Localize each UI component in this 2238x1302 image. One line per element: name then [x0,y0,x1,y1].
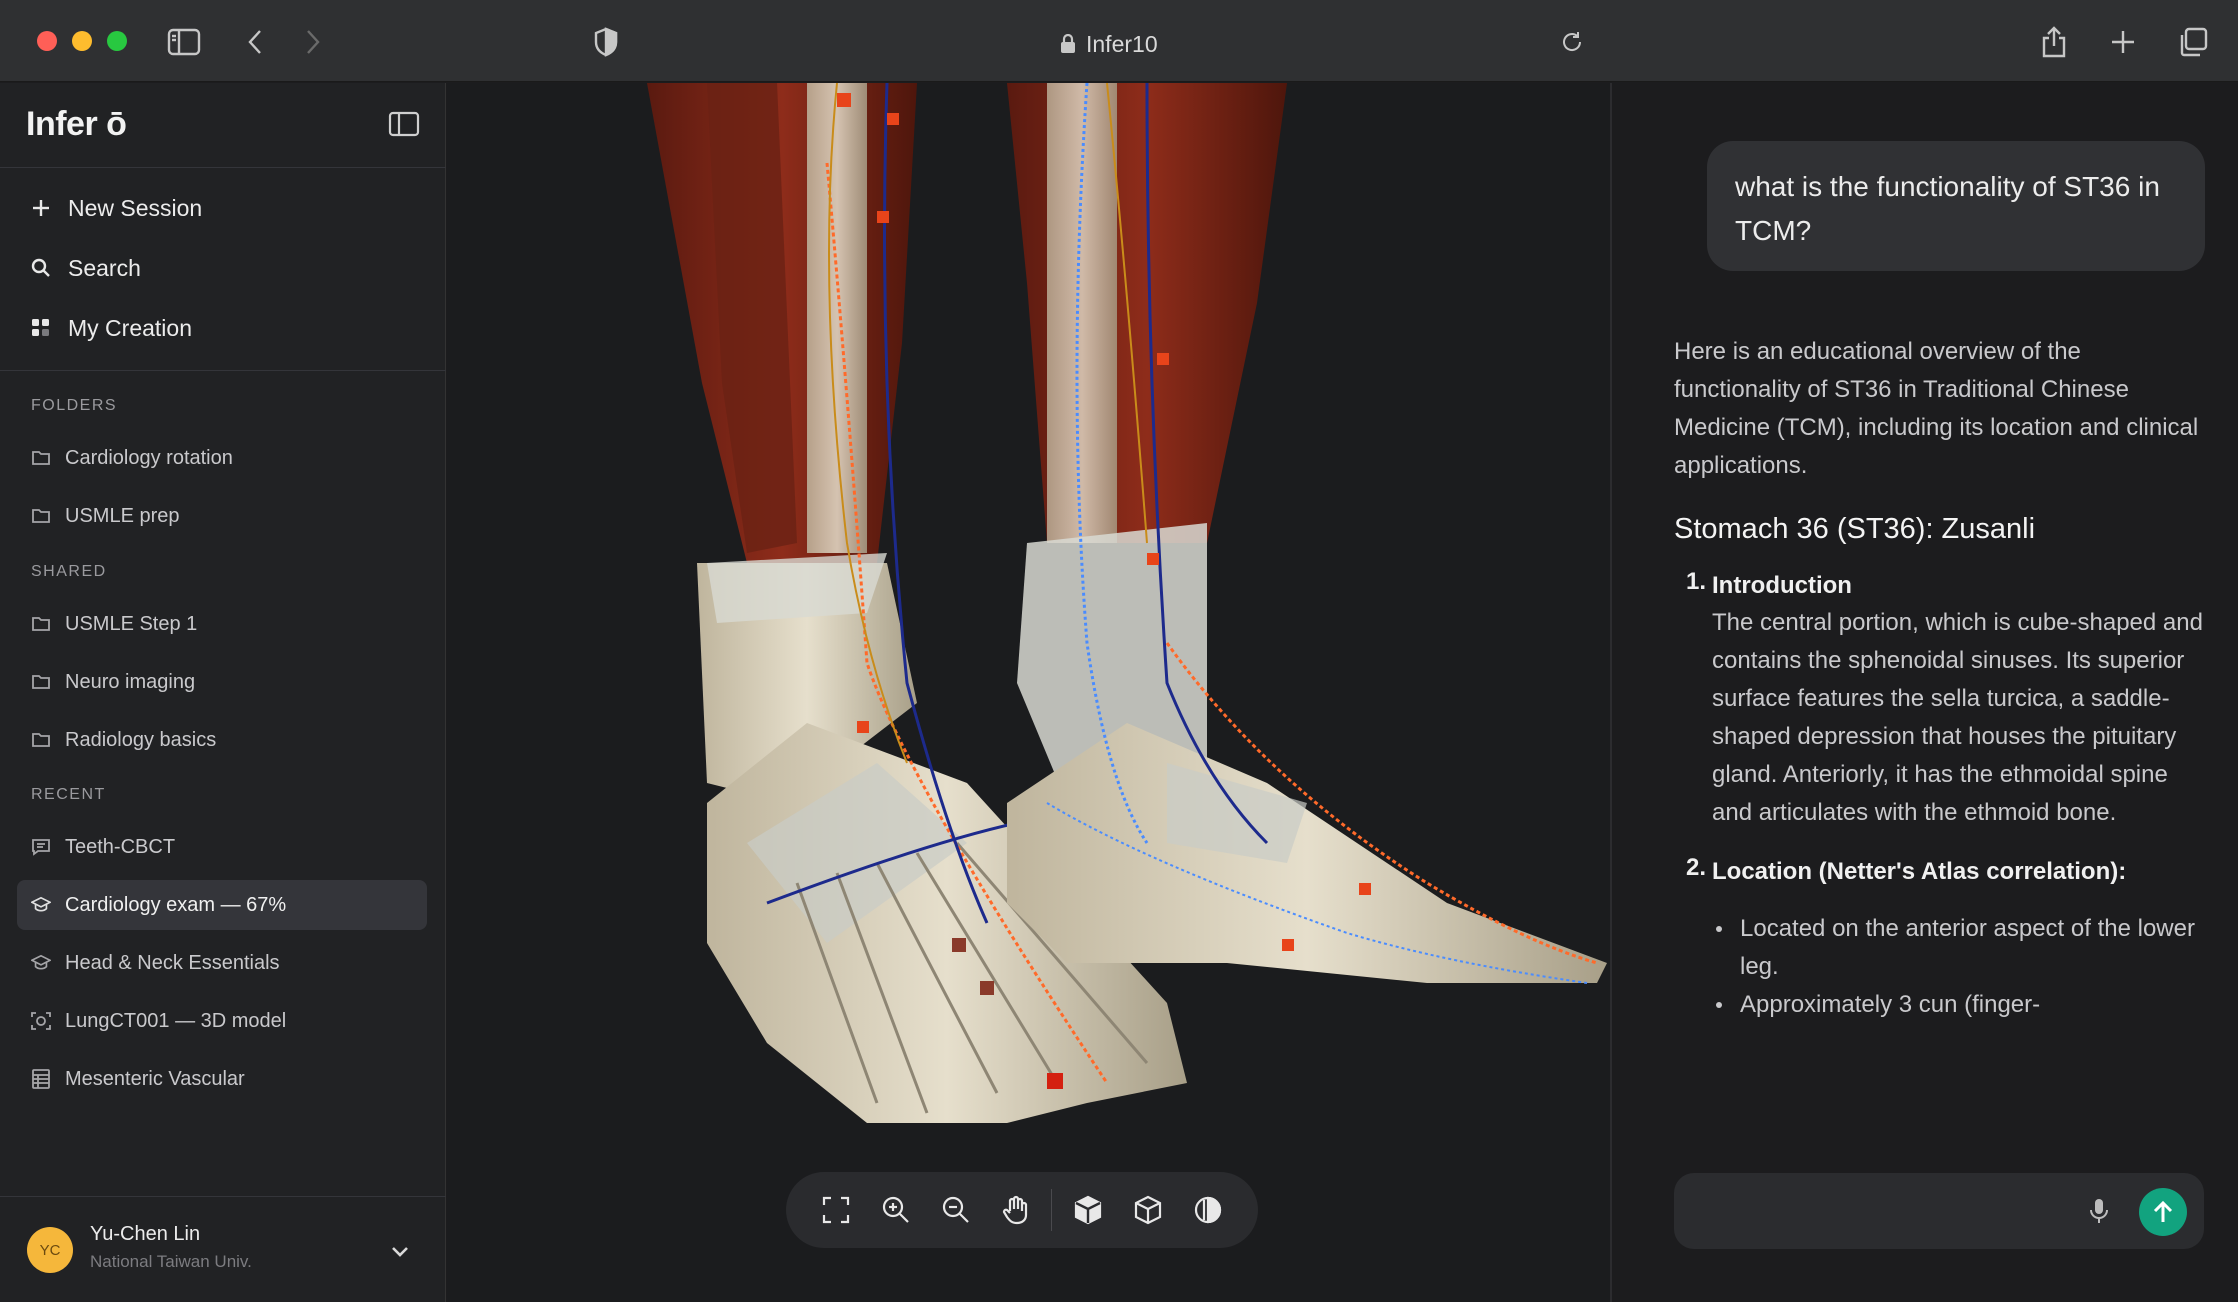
bullet-item: Approximately 3 cun (finger- [1712,986,2204,1024]
viewer-toolbar [786,1172,1258,1248]
graduation-cap-icon [31,895,51,915]
chat-panel: what is the functionality of ST36 in TCM… [1610,83,2238,1302]
list-number: 2. [1686,854,1707,881]
arrow-up-icon [2153,1200,2173,1222]
lock-icon [1061,34,1075,53]
recent-item[interactable]: LungCT001 — 3D model [17,996,427,1046]
pan-hand-icon[interactable] [986,1179,1046,1241]
recent-item[interactable]: Teeth-CBCT [17,822,427,872]
list-item-body: The central portion, which is cube-shape… [1712,609,2203,826]
list-item: 1. Introduction The central portion, whi… [1674,568,2204,832]
recent-item-label: Mesenteric Vascular [65,1067,245,1090]
recent-item-label: Head & Neck Essentials [65,951,280,974]
reload-icon[interactable] [1552,22,1592,62]
fullscreen-icon[interactable] [806,1179,866,1241]
list-number: 1. [1686,568,1707,595]
response-intro: Here is an educational overview of the f… [1674,338,2199,479]
collapse-sidebar-icon[interactable] [388,111,420,137]
new-session-button[interactable]: New Session [30,188,202,228]
my-creation-label: My Creation [68,314,192,341]
wireframe-cube-icon[interactable] [1118,1179,1178,1241]
folder-label: USMLE prep [65,504,180,527]
microphone-icon[interactable] [2086,1197,2112,1225]
chevron-down-icon[interactable] [388,1239,412,1263]
grid-icon [30,317,52,339]
folder-item[interactable]: Cardiology rotation [17,433,427,483]
privacy-shield-icon[interactable] [586,22,626,62]
leg-foot-anatomy-model[interactable] [447,83,1610,1302]
address-bar[interactable]: Infer10 [1060,26,1260,62]
zoom-in-icon[interactable] [866,1179,926,1241]
folder-label: Cardiology rotation [65,446,233,469]
minimize-window-button[interactable] [72,31,92,51]
toolbar-separator [1051,1189,1053,1231]
recent-item[interactable]: Head & Neck Essentials [17,938,427,988]
list-item: 2. Location (Netter's Atlas correlation)… [1674,854,2204,890]
recent-heading: RECENT [31,786,106,803]
shared-folder-item[interactable]: Radiology basics [17,715,427,765]
folder-icon [31,448,51,468]
tab-overview-icon[interactable] [2173,22,2213,62]
shared-folder-label: Radiology basics [65,728,217,751]
response-heading: Stomach 36 (ST36): Zusanli [1674,513,2036,545]
folders-heading: FOLDERS [31,397,118,414]
share-icon[interactable] [2034,22,2074,62]
contrast-icon[interactable] [1178,1179,1238,1241]
folder-icon [31,614,51,634]
maximize-window-button[interactable] [107,31,127,51]
recent-item[interactable]: Cardiology exam — 67% [17,880,427,930]
app-logo: Infer ō [26,105,127,143]
anatomy-3d-viewer[interactable] [447,83,1610,1302]
bullet-list: Located on the anterior aspect of the lo… [1674,910,2204,1024]
solid-cube-icon[interactable] [1058,1179,1118,1241]
assistant-response: Here is an educational overview of the f… [1674,333,2204,1188]
list-item-title: Introduction [1712,572,1852,599]
new-tab-icon[interactable] [2103,22,2143,62]
shared-folder-item[interactable]: USMLE Step 1 [17,599,427,649]
sidebar: Infer ō New Session Search My Creation F… [0,83,446,1302]
send-button[interactable] [2139,1188,2187,1236]
search-icon [30,257,52,279]
plus-icon [30,197,52,219]
url-text: Infer10 [1086,30,1158,57]
recent-item-label: LungCT001 — 3D model [65,1009,287,1032]
user-organization: National Taiwan Univ. [90,1252,252,1271]
table-icon [31,1069,51,1089]
bullet-item: Located on the anterior aspect of the lo… [1712,910,2204,986]
avatar: YC [27,1227,73,1273]
divider [0,370,446,371]
browser-toolbar: Infer10 [0,0,2238,82]
folder-icon [31,730,51,750]
shared-folder-item[interactable]: Neuro imaging [17,657,427,707]
shared-folder-label: Neuro imaging [65,670,196,693]
folder-icon [31,672,51,692]
recent-item-label: Cardiology exam — 67% [65,893,287,916]
user-profile[interactable]: YC Yu-Chen Lin National Taiwan Univ. [0,1196,446,1302]
search-button[interactable]: Search [30,248,141,288]
list-item-title: Location (Netter's Atlas correlation): [1712,858,2127,885]
graduation-cap-icon [31,953,51,973]
user-name: Yu-Chen Lin [90,1223,201,1245]
shared-heading: SHARED [31,563,107,580]
folder-icon [31,506,51,526]
recent-item-label: Teeth-CBCT [65,835,176,858]
message-input[interactable] [1674,1173,2204,1249]
back-icon[interactable] [236,22,276,62]
sidebar-toggle-icon[interactable] [164,22,204,62]
chat-icon [31,837,51,857]
recent-item[interactable]: Mesenteric Vascular [17,1054,427,1104]
divider [0,167,446,168]
new-session-label: New Session [68,194,203,221]
my-creation-button[interactable]: My Creation [30,308,192,348]
search-label: Search [68,254,141,281]
scan-icon [31,1011,51,1031]
user-message-bubble: what is the functionality of ST36 in TCM… [1707,141,2205,271]
folder-item[interactable]: USMLE prep [17,491,427,541]
shared-folder-label: USMLE Step 1 [65,612,198,635]
zoom-out-icon[interactable] [926,1179,986,1241]
close-window-button[interactable] [37,31,57,51]
forward-icon[interactable] [292,22,332,62]
